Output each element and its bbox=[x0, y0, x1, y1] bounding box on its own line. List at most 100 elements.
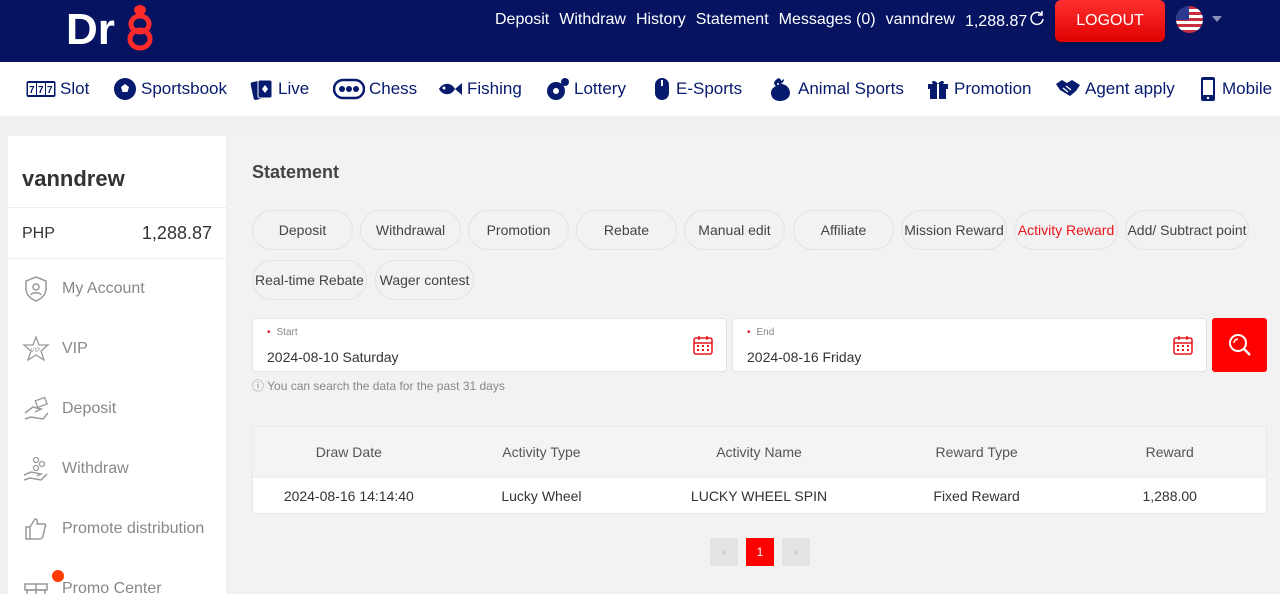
category-chess[interactable]: Chess bbox=[333, 76, 417, 102]
sidebar-item-deposit[interactable]: Deposit bbox=[22, 394, 116, 424]
tab-affiliate[interactable]: Affiliate bbox=[793, 210, 894, 250]
thumbs-up-icon bbox=[25, 518, 47, 540]
header-balance: 1,288.87 bbox=[965, 10, 1045, 31]
category-agent-apply[interactable]: Agent apply bbox=[1055, 76, 1175, 102]
sidebar-item-promote-distribution[interactable]: Promote distribution bbox=[22, 514, 204, 544]
nav-history-link[interactable]: History bbox=[636, 11, 686, 29]
tab-mission-reward[interactable]: Mission Reward bbox=[901, 210, 1007, 250]
handshake-icon bbox=[1056, 80, 1080, 96]
column-header: Activity Name bbox=[716, 444, 802, 460]
sidebar-username: vanndrew bbox=[22, 166, 125, 191]
category-label: E-Sports bbox=[676, 79, 743, 98]
calendar-icon[interactable] bbox=[1172, 334, 1194, 356]
top-header: Dr Deposit Withdraw History Statement Me… bbox=[0, 0, 1280, 62]
us-flag-icon[interactable] bbox=[1176, 6, 1203, 33]
nav-deposit-link[interactable]: Deposit bbox=[495, 11, 549, 29]
tab-rebate[interactable]: Rebate bbox=[576, 210, 677, 250]
sidebar-item-promo-center[interactable]: Promo Center bbox=[22, 574, 162, 594]
column-header: Reward Type bbox=[935, 444, 1018, 460]
end-date-value: 2024-08-16 Friday bbox=[747, 349, 862, 365]
calendar-icon[interactable] bbox=[692, 334, 714, 356]
tab-real-time-rebate[interactable]: Real-time Rebate bbox=[252, 260, 367, 300]
category-label: Chess bbox=[369, 79, 418, 98]
category-mobile[interactable]: Mobile bbox=[1198, 76, 1272, 102]
category-fishing[interactable]: Fishing bbox=[437, 76, 522, 102]
chevron-down-icon[interactable] bbox=[1212, 16, 1222, 22]
statement-panel: Statement Deposit Withdrawal Promotion R… bbox=[228, 136, 1280, 594]
tab-promotion[interactable]: Promotion bbox=[468, 210, 569, 250]
pagination-page-button[interactable]: 1 bbox=[746, 538, 774, 566]
pagination-prev-button[interactable]: ‹ bbox=[710, 538, 738, 566]
column-header: Draw Date bbox=[315, 444, 382, 460]
divider bbox=[8, 258, 226, 259]
soccer-ball-icon bbox=[114, 78, 136, 100]
category-lottery[interactable]: Lottery bbox=[546, 76, 626, 102]
table-header: Draw Date Activity Type Activity Name Re… bbox=[253, 427, 1266, 477]
date-range-hint: ⓘ You can search the data for the past 3… bbox=[252, 377, 505, 394]
divider bbox=[8, 207, 226, 208]
search-button[interactable] bbox=[1212, 318, 1267, 372]
gift-icon bbox=[24, 583, 48, 594]
category-label: Fishing bbox=[467, 79, 522, 98]
sidebar-item-label: Promo Center bbox=[62, 580, 162, 594]
live-cards-icon bbox=[250, 79, 273, 100]
table-row: 2024-08-16 14:14:40 Lucky Wheel LUCKY WH… bbox=[253, 477, 1266, 513]
refresh-icon[interactable] bbox=[1029, 10, 1045, 31]
table-cell: 2024-08-16 14:14:40 bbox=[283, 487, 414, 504]
category-promotion[interactable]: Promotion bbox=[926, 76, 1031, 102]
tab-deposit[interactable]: Deposit bbox=[252, 210, 353, 250]
pagination-next-button[interactable]: › bbox=[782, 538, 810, 566]
sidebar-item-my-account[interactable]: My Account bbox=[22, 274, 145, 304]
column-header: Reward bbox=[1145, 444, 1194, 460]
category-label: Mobile bbox=[1222, 79, 1273, 98]
notification-dot bbox=[52, 570, 64, 582]
mouse-icon bbox=[655, 78, 669, 100]
info-icon: ⓘ bbox=[252, 379, 268, 393]
gift-icon bbox=[928, 80, 948, 99]
category-slot[interactable]: 777 Slot bbox=[26, 76, 89, 102]
sidebar-item-label: My Account bbox=[62, 280, 145, 297]
mobile-icon bbox=[1201, 77, 1215, 101]
start-label-text: Start bbox=[276, 327, 298, 338]
category-esports[interactable]: E-Sports bbox=[652, 76, 742, 102]
sidebar-item-label: VIP bbox=[62, 340, 88, 357]
site-logo[interactable]: Dr bbox=[66, 2, 156, 54]
category-label: Sportsbook bbox=[141, 79, 227, 98]
top-nav: Deposit Withdraw History Statement Messa… bbox=[495, 0, 1045, 40]
sidebar-item-vip[interactable]: VIP VIP bbox=[22, 334, 88, 364]
category-label: Agent apply bbox=[1085, 79, 1175, 98]
header-balance-value: 1,288.87 bbox=[964, 12, 1028, 30]
table-cell: Lucky Wheel bbox=[501, 487, 582, 504]
lottery-ball-icon bbox=[547, 78, 569, 100]
category-sportsbook[interactable]: Sportsbook bbox=[113, 76, 227, 102]
nav-messages-link[interactable]: Messages (0) bbox=[779, 11, 876, 29]
table-cell: Fixed Reward bbox=[933, 487, 1020, 504]
end-date-field[interactable]: • End 2024-08-16 Friday bbox=[732, 318, 1207, 372]
tab-manual-edit[interactable]: Manual edit bbox=[684, 210, 785, 250]
table-cell: LUCKY WHEEL SPIN bbox=[690, 487, 828, 504]
tab-activity-reward[interactable]: Activity Reward bbox=[1014, 210, 1118, 250]
nav-withdraw-link[interactable]: Withdraw bbox=[559, 11, 626, 29]
nav-statement-link[interactable]: Statement bbox=[696, 11, 769, 29]
logout-button[interactable]: LOGOUT bbox=[1055, 0, 1165, 42]
svg-text:VIP: VIP bbox=[31, 348, 41, 354]
rooster-icon bbox=[771, 78, 790, 101]
sidebar-item-withdraw[interactable]: Withdraw bbox=[22, 454, 129, 484]
category-label: Slot bbox=[60, 79, 90, 98]
withdraw-hand-icon bbox=[23, 456, 48, 481]
search-icon bbox=[1228, 334, 1251, 356]
tab-wager-contest[interactable]: Wager contest bbox=[375, 260, 474, 300]
start-date-field[interactable]: • Start 2024-08-10 Saturday bbox=[252, 318, 727, 372]
sidebar-item-label: Deposit bbox=[62, 400, 117, 417]
category-animal-sports[interactable]: Animal Sports bbox=[770, 76, 904, 102]
fish-icon bbox=[439, 83, 462, 95]
user-shield-icon bbox=[25, 276, 47, 302]
sidebar-item-label: Withdraw bbox=[62, 460, 129, 477]
start-date-value: 2024-08-10 Saturday bbox=[267, 349, 399, 365]
category-nav: 777 Slot Sportsbook Live Chess Fishing L… bbox=[0, 62, 1280, 116]
category-live[interactable]: Live bbox=[250, 76, 309, 102]
slot-777-icon: 777 bbox=[26, 81, 56, 97]
tab-add-subtract-point[interactable]: Add/ Subtract point bbox=[1125, 210, 1249, 250]
svg-text:7: 7 bbox=[38, 85, 44, 96]
tab-withdrawal[interactable]: Withdrawal bbox=[360, 210, 461, 250]
